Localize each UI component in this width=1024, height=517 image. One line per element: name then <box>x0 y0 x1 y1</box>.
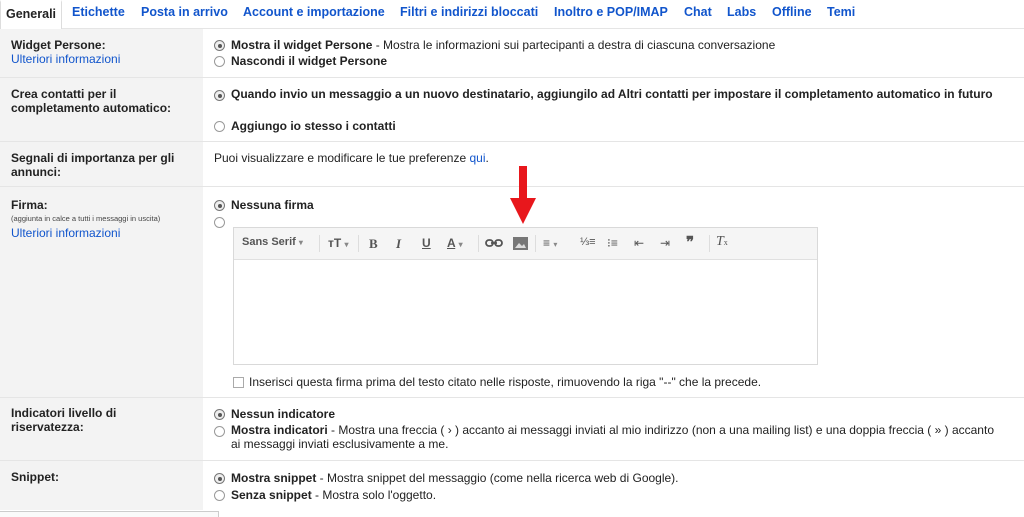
signature-text-area[interactable] <box>234 260 817 364</box>
align-icon[interactable]: ≡ ▾ <box>543 236 557 250</box>
tab-posta-in-arrivo[interactable]: Posta in arrivo <box>141 5 228 19</box>
signature-before-quote-label: Inserisci questa firma prima del testo c… <box>249 375 762 389</box>
widget-more-info-link[interactable]: Ulteriori informazioni <box>11 52 120 66</box>
italic-icon[interactable]: I <box>396 236 401 252</box>
widget-show-title: Mostra il widget Persone <box>231 38 373 52</box>
font-family-value: Sans Serif <box>242 236 296 248</box>
signature-toolbar: Sans Serif ▾ ᴛT ▾ B I U A ▾ ≡ ▾ ⅓≡ ⁝≡ ⇤ … <box>234 228 817 260</box>
tab-chat[interactable]: Chat <box>684 5 712 19</box>
tab-labs[interactable]: Labs <box>727 5 756 19</box>
widget-show-radio[interactable] <box>214 40 225 51</box>
signature-none-radio[interactable] <box>214 200 225 211</box>
widget-hide-radio[interactable] <box>214 56 225 67</box>
tab-account-importazione[interactable]: Account e importazione <box>243 5 385 19</box>
underline-icon[interactable]: U <box>422 236 431 250</box>
widget-show-option: Mostra il widget Persone - Mostra le inf… <box>231 38 775 52</box>
tab-generali[interactable]: Generali <box>0 0 63 29</box>
contacts-auto-radio[interactable] <box>214 90 225 101</box>
ads-preferences-link[interactable]: qui <box>469 151 485 165</box>
privacy-none-option: Nessun indicatore <box>231 407 336 421</box>
toolbar-separator <box>319 235 320 252</box>
tab-offline[interactable]: Offline <box>772 5 812 19</box>
toolbar-separator <box>535 235 536 252</box>
snippet-label: Snippet: <box>11 470 59 484</box>
font-family-select[interactable]: Sans Serif ▾ <box>242 236 303 248</box>
setting-row-snippet: Snippet: Mostra snippet - Mostra snippet… <box>0 461 1024 510</box>
quote-icon[interactable]: ❞ <box>686 233 694 251</box>
tab-filtri[interactable]: Filtri e indirizzi bloccati <box>400 5 538 19</box>
settings-tabs: Generali Etichette Posta in arrivo Accou… <box>0 0 1024 29</box>
signature-note: (aggiunta in calce a tutti i messaggi in… <box>11 214 161 223</box>
indent-less-icon[interactable]: ⇤ <box>634 236 644 250</box>
tab-inoltro-pop-imap[interactable]: Inoltro e POP/IMAP <box>554 5 668 19</box>
setting-row-widget: Widget Persone: Ulteriori informazioni M… <box>0 29 1024 78</box>
toolbar-separator <box>478 235 479 252</box>
tab-etichette[interactable]: Etichette <box>72 5 125 19</box>
widget-label: Widget Persone: <box>11 38 106 52</box>
privacy-none-radio[interactable] <box>214 409 225 420</box>
setting-row-contacts: Crea contatti per il completamento autom… <box>0 78 1024 142</box>
indent-more-icon[interactable]: ⇥ <box>660 236 670 250</box>
row-label-column <box>0 461 203 510</box>
signature-none-option: Nessuna firma <box>231 198 314 212</box>
ads-text-period: . <box>485 151 489 165</box>
ads-text: Puoi visualizzare e modificare le tue pr… <box>214 151 489 165</box>
snippet-show-option: Mostra snippet - Mostra snippet del mess… <box>231 471 679 485</box>
ads-label: Segnali di importanza per gli annunci: <box>11 151 175 179</box>
signature-custom-radio[interactable] <box>214 217 225 228</box>
contacts-manual-option: Aggiungo io stesso i contatti <box>231 119 396 133</box>
bold-icon[interactable]: B <box>369 236 378 252</box>
privacy-show-option: Mostra indicatori - Mostra una freccia (… <box>231 423 996 451</box>
signature-more-info-link[interactable]: Ulteriori informazioni <box>11 226 120 240</box>
contacts-manual-radio[interactable] <box>214 121 225 132</box>
widget-hide-option: Nascondi il widget Persone <box>231 54 387 68</box>
toolbar-separator <box>709 235 710 252</box>
insert-image-icon[interactable] <box>513 237 528 250</box>
widget-show-desc: - Mostra le informazioni sui partecipant… <box>372 38 776 52</box>
red-arrow-annotation <box>510 166 536 224</box>
scrollbar-edge <box>0 511 219 517</box>
snippet-show-desc: - Mostra snippet del messaggio (come nel… <box>316 471 679 485</box>
signature-editor: Sans Serif ▾ ᴛT ▾ B I U A ▾ ≡ ▾ ⅓≡ ⁝≡ ⇤ … <box>233 227 818 365</box>
snippet-show-radio[interactable] <box>214 473 225 484</box>
snippet-show-title: Mostra snippet <box>231 471 317 485</box>
setting-row-privacy: Indicatori livello di riservatezza: Ness… <box>0 398 1024 461</box>
privacy-show-title: Mostra indicatori <box>231 423 328 437</box>
privacy-label: Indicatori livello di riservatezza: <box>11 406 117 434</box>
widget-hide-title: Nascondi il widget Persone <box>231 54 388 68</box>
signature-before-quote-checkbox[interactable] <box>233 377 244 388</box>
text-color-icon[interactable]: A ▾ <box>447 236 463 250</box>
privacy-show-desc: - Mostra una freccia ( › ) accanto ai me… <box>231 423 994 451</box>
toolbar-separator <box>358 235 359 252</box>
signature-label: Firma: <box>11 198 48 212</box>
snippet-hide-desc: - Mostra solo l'oggetto. <box>311 488 437 502</box>
contacts-auto-option: Quando invio un messaggio a un nuovo des… <box>231 87 993 101</box>
numbered-list-icon[interactable]: ⅓≡ <box>580 236 596 248</box>
remove-formatting-icon[interactable]: Tx <box>716 234 728 250</box>
snippet-hide-radio[interactable] <box>214 490 225 501</box>
snippet-hide-title: Senza snippet <box>231 488 312 502</box>
snippet-hide-option: Senza snippet - Mostra solo l'oggetto. <box>231 488 436 502</box>
font-size-icon[interactable]: ᴛT ▾ <box>328 236 349 250</box>
tab-temi[interactable]: Temi <box>827 5 855 19</box>
link-icon[interactable] <box>485 238 503 248</box>
ads-text-main: Puoi visualizzare e modificare le tue pr… <box>214 151 470 165</box>
contacts-label: Crea contatti per il completamento autom… <box>11 87 172 115</box>
privacy-show-radio[interactable] <box>214 426 225 437</box>
bulleted-list-icon[interactable]: ⁝≡ <box>607 236 618 250</box>
